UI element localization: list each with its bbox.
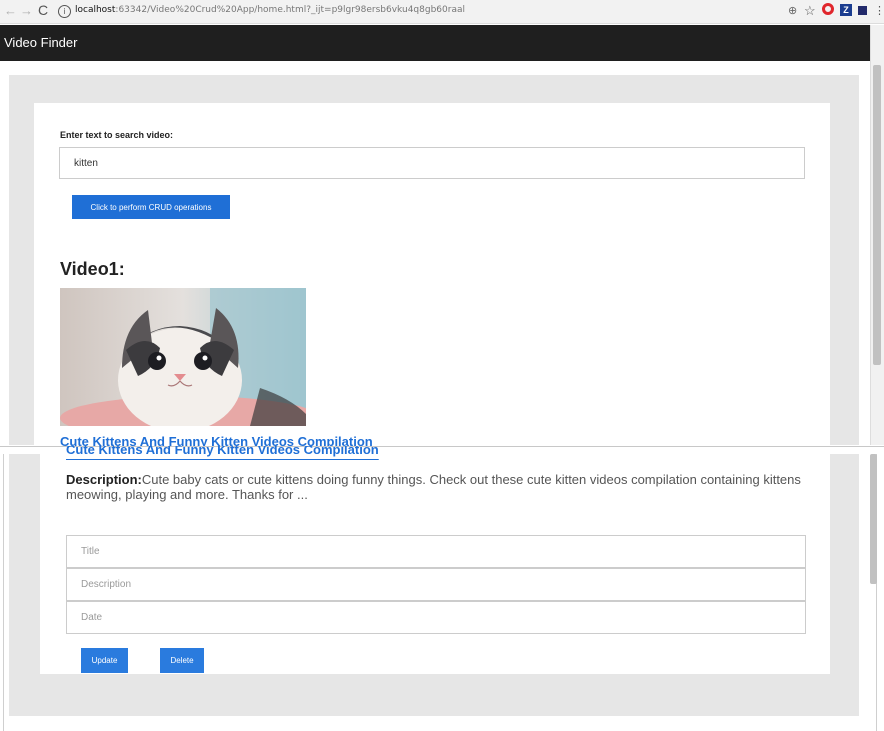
browser-toolbar: ← → C i localhost:63342/Video%20Crud%20A… bbox=[0, 0, 884, 24]
scrollbar[interactable] bbox=[870, 25, 884, 445]
url-host: localhost bbox=[75, 5, 116, 15]
video-title-link-cut[interactable]: Cute Kittens And Funny Kitten Videos Com… bbox=[66, 446, 379, 462]
forward-icon[interactable]: → bbox=[20, 3, 33, 18]
scrollbar-thumb-lower[interactable] bbox=[870, 454, 877, 584]
description-text: Cute baby cats or cute kittens doing fun… bbox=[66, 472, 801, 502]
title-field[interactable] bbox=[66, 535, 806, 568]
delete-button[interactable]: Delete bbox=[160, 648, 204, 673]
reload-icon[interactable]: C bbox=[38, 2, 48, 18]
kitten-image bbox=[60, 288, 306, 426]
update-button[interactable]: Update bbox=[81, 648, 128, 673]
app-title: Video Finder bbox=[4, 35, 78, 50]
video-heading: Video1: bbox=[60, 259, 125, 279]
url-path: :63342/Video%20Crud%20App/home.html?_ijt… bbox=[115, 5, 465, 15]
address-bar[interactable]: localhost:63342/Video%20Crud%20App/home.… bbox=[75, 5, 465, 15]
video-description: Description:Cute baby cats or cute kitte… bbox=[66, 472, 811, 502]
app-header: Video Finder bbox=[0, 25, 870, 61]
description-label: Description: bbox=[66, 472, 142, 487]
extension-icon[interactable] bbox=[858, 6, 867, 15]
site-info-icon[interactable]: i bbox=[58, 5, 71, 18]
date-field[interactable] bbox=[66, 601, 806, 634]
search-input[interactable] bbox=[59, 147, 805, 179]
star-icon[interactable]: ☆ bbox=[804, 4, 816, 18]
back-icon[interactable]: ← bbox=[4, 3, 17, 18]
crud-operations-button[interactable]: Click to perform CRUD operations bbox=[72, 195, 230, 219]
video-thumbnail[interactable] bbox=[60, 288, 306, 426]
description-field[interactable] bbox=[66, 568, 806, 601]
opera-icon[interactable] bbox=[822, 3, 834, 15]
zotero-icon[interactable]: Z bbox=[840, 4, 852, 16]
search-label: Enter text to search video: bbox=[60, 130, 174, 140]
scrollbar-thumb[interactable] bbox=[873, 65, 881, 365]
menu-icon[interactable]: ⋮ bbox=[874, 4, 884, 18]
zoom-icon[interactable]: ⊕ bbox=[788, 4, 797, 18]
